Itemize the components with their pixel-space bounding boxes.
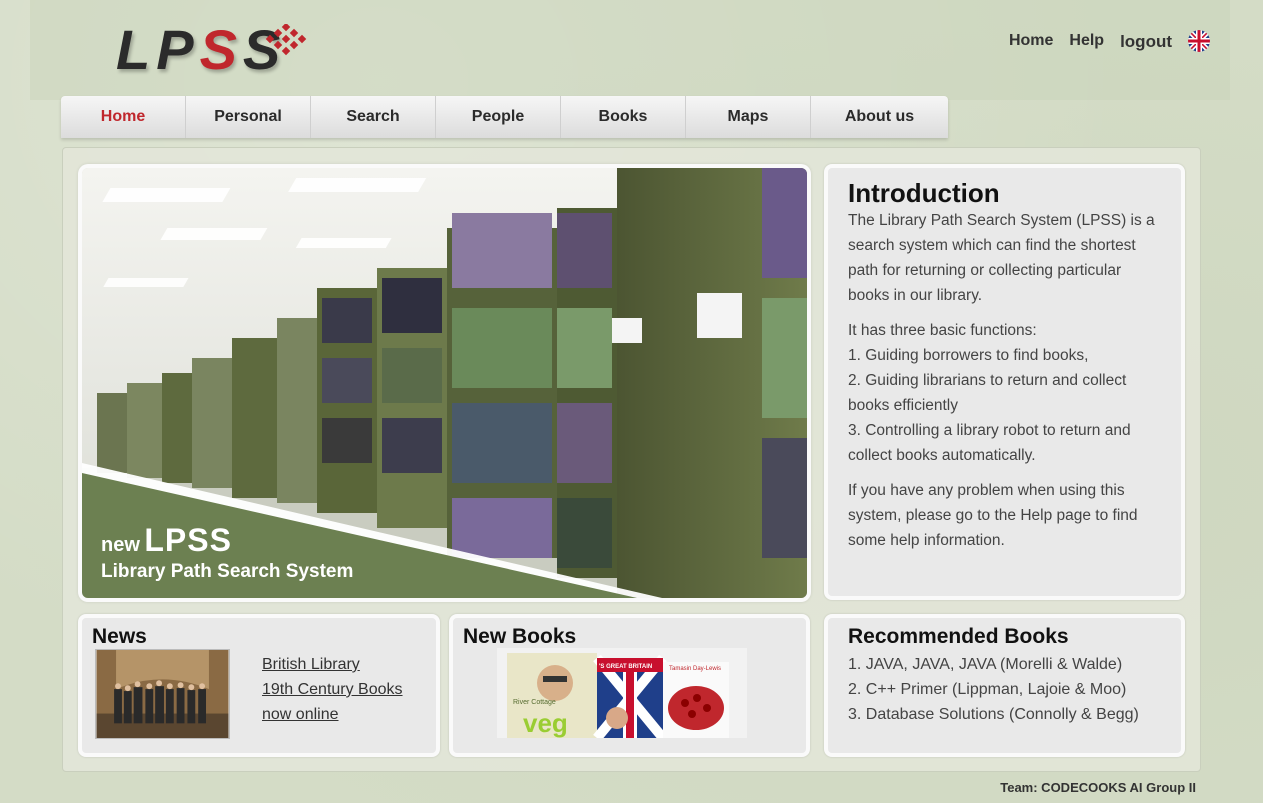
intro-paragraph-2: It has three basic functions: — [848, 322, 1037, 339]
lpss-logo[interactable]: LPSS — [116, 18, 307, 82]
recommended-item-3[interactable]: 3. Database Solutions (Connolly & Begg) — [848, 702, 1161, 727]
recommended-list: 1. JAVA, JAVA, JAVA (Morelli & Walde) 2.… — [848, 652, 1161, 727]
news-link-3[interactable]: now online — [262, 702, 403, 727]
nav-books[interactable]: Books — [561, 96, 686, 138]
top-home-link[interactable]: Home — [1009, 32, 1053, 50]
cover1-brand: River Cottage — [513, 699, 556, 706]
hero-banner: new LPSS Library Path Search System — [82, 168, 807, 598]
intro-function-1: 1. Guiding borrowers to find books, — [848, 347, 1089, 364]
intro-paragraph-1: The Library Path Search System (LPSS) is… — [848, 212, 1155, 304]
new-books-title: New Books — [463, 625, 577, 648]
top-links: Home Help logout — [1009, 30, 1210, 52]
logout-link[interactable]: logout — [1120, 32, 1172, 52]
uk-flag-icon[interactable] — [1188, 30, 1210, 52]
cover2-title: 'S GREAT BRITAIN — [599, 664, 652, 670]
hero-title: LPSS — [144, 522, 232, 558]
recommended-item-1[interactable]: 1. JAVA, JAVA, JAVA (Morelli & Walde) — [848, 652, 1161, 677]
nav-search[interactable]: Search — [311, 96, 436, 138]
top-help-link[interactable]: Help — [1069, 32, 1104, 50]
nav-people[interactable]: People — [436, 96, 561, 138]
intro-function-2: 2. Guiding librarians to return and coll… — [848, 372, 1127, 414]
intro-function-3: 3. Controlling a library robot to return… — [848, 422, 1131, 464]
main-nav: Home Personal Search People Books Maps A… — [61, 96, 948, 138]
nav-home[interactable]: Home — [61, 96, 186, 138]
cover1-title: veg — [523, 708, 568, 738]
news-links: British Library 19th Century Books now o… — [262, 652, 403, 727]
recommended-title: Recommended Books — [848, 625, 1069, 648]
news-title: News — [92, 625, 147, 648]
hero-caption: new LPSS Library Path Search System — [101, 522, 353, 583]
nav-about-us[interactable]: About us — [811, 96, 948, 138]
new-books-covers[interactable]: River Cottage veg 'S GREAT BRITAIN Tamas… — [497, 648, 747, 738]
news-link-1[interactable]: British Library — [262, 652, 403, 677]
introduction-panel: Introduction The Library Path Search Sys… — [824, 164, 1185, 600]
hero-subtitle: Library Path Search System — [101, 561, 354, 582]
introduction-title: Introduction — [848, 178, 1000, 208]
new-books-panel: New Books River Cottage veg 'S GREAT BRI… — [449, 614, 810, 757]
nav-maps[interactable]: Maps — [686, 96, 811, 138]
intro-paragraph-3: If you have any problem when using this … — [848, 482, 1138, 549]
recommended-item-2[interactable]: 2. C++ Primer (Lippman, Lajoie & Moo) — [848, 677, 1161, 702]
news-link-2[interactable]: 19th Century Books — [262, 677, 403, 702]
logo-text: LPSS — [116, 18, 287, 81]
footer-team-credit: Team: CODECOOKS AI Group II — [1000, 780, 1196, 795]
news-panel: News British Library 19th Century Books … — [78, 614, 440, 757]
cover3-author: Tamasin Day-Lewis — [669, 666, 721, 672]
logo-diamond-icon — [265, 24, 307, 56]
hero-new-label: new — [101, 534, 140, 556]
nav-personal[interactable]: Personal — [186, 96, 311, 138]
recommended-books-panel: Recommended Books 1. JAVA, JAVA, JAVA (M… — [824, 614, 1185, 757]
news-group-photo[interactable] — [95, 649, 230, 739]
